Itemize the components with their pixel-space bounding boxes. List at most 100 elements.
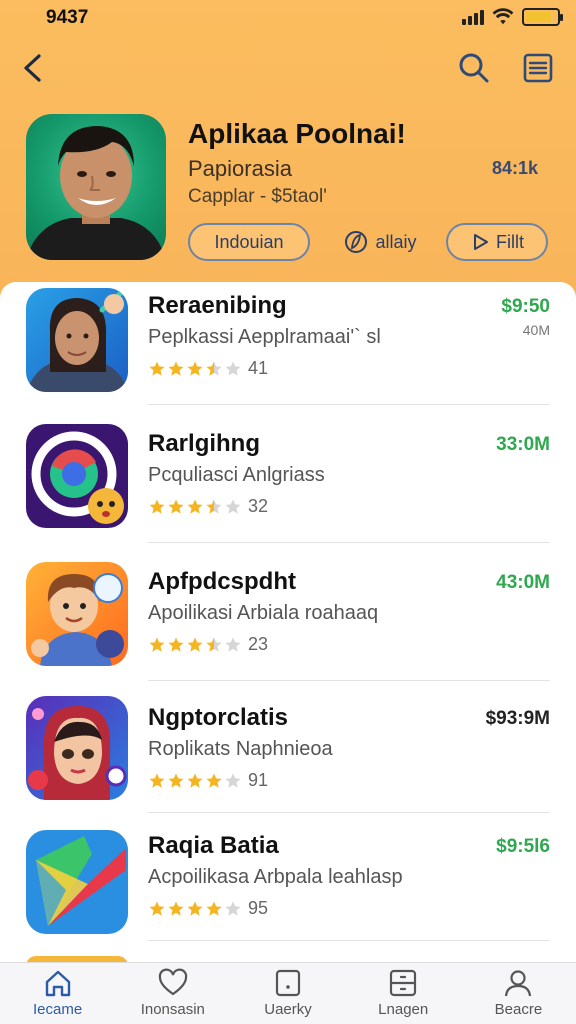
list-item[interactable]: Apfpdcspdht Apoilikasi Arbiala roahaaq 2… [0,558,576,694]
star-icon [168,901,184,916]
star-icon [206,637,222,652]
tab-library-label: Uaerky [264,1001,312,1018]
app-title: Ngptorclatis [148,704,289,731]
chip-play[interactable]: Fillt [446,223,548,261]
app-price: $9:50 [501,296,550,317]
hero-app-subtitle: Papiorasia [188,156,292,181]
star-icon [206,773,222,788]
search-button[interactable] [454,48,494,88]
wifi-icon [492,8,514,25]
list-item[interactable]: Rarlgihng Pcquliasci Anlgriass 32 33:0M [0,420,576,556]
star-icon [187,499,203,514]
home-icon [45,970,70,997]
app-icon-portrait [26,288,128,392]
person-avatar-icon [26,126,166,260]
hero-app-size: 84:1k [492,158,539,178]
chip-category-label: Indouian [214,231,284,252]
app-rating: 95 [148,898,268,919]
hero-app-title: Aplikaa Poolnai! [188,118,406,149]
tab-home[interactable]: Iecame [0,963,115,1024]
rating-count: 23 [248,634,269,654]
star-icon [168,499,184,514]
cartoon-boy-icon [31,573,124,666]
app-title: Raqia Batia [148,832,279,859]
tab-profile[interactable]: Beacre [461,963,576,1024]
app-rating: 32 [148,496,268,517]
status-icons [462,8,563,26]
star-icon [206,499,222,514]
app-description: Acpoilikasa Arbpala leahlasp [148,866,403,888]
star-rating [148,498,242,516]
divider [148,680,550,681]
app-rating: 91 [148,770,268,791]
app-price: $9:5l6 [496,836,550,857]
star-icon [168,773,184,788]
star-icon [225,499,241,514]
chip-play-label: Fillt [496,231,524,252]
chip-share-label: allaiy [375,231,417,252]
star-icon [206,901,222,916]
girl-avatar-icon [28,706,127,800]
star-rating [148,772,242,790]
app-icon-avatar [26,696,128,800]
woman-portrait-icon [26,289,128,392]
app-title: Reraenibing [148,292,287,319]
list-item[interactable]: Reraenibing Peplkassi Aepplramaai'` sl 4… [0,282,576,418]
chevron-left-icon [24,54,41,82]
star-icon [206,361,222,376]
square-icon [275,969,301,997]
star-icon [168,637,184,652]
rating-count: 32 [248,496,269,516]
app-sub-price: 40M [522,322,550,338]
back-button[interactable] [14,48,54,88]
app-list: Reraenibing Peplkassi Aepplramaai'` sl 4… [0,282,576,962]
star-icon [225,901,241,916]
star-icon [187,637,203,652]
app-description: Pcquliasci Anlgriass [148,464,325,486]
chip-category[interactable]: Indouian [188,223,310,261]
divider [148,812,550,813]
tab-updates-label: Lnagen [378,1001,429,1018]
cabinet-icon [390,969,417,997]
tab-profile-label: Beacre [494,1001,543,1018]
app-description: Apoilikasi Arbiala roahaaq [148,602,379,624]
app-price: 33:0M [496,434,550,455]
star-icon [149,901,165,916]
app-icon-cartoon [26,562,128,666]
status-time: 9437 [46,7,89,28]
menu-button[interactable] [518,48,558,88]
star-rating [148,900,242,918]
tab-favorites[interactable]: Inonsasin [115,963,230,1024]
divider [148,542,550,543]
app-rating: 41 [148,358,268,379]
star-icon [225,773,241,788]
rating-count: 95 [248,898,269,918]
star-rating [148,360,242,378]
list-item[interactable]: Ngptorclatis Roplikats Naphnieoa 91 $93:… [0,694,576,830]
star-icon [149,773,165,788]
play-triangle-icon [36,836,126,926]
search-icon [459,53,489,83]
cellular-signal-icon [462,9,484,25]
tab-bar: Iecame Inonsasin Uaerky Lnagen Beacre [0,962,576,1024]
star-icon [149,499,165,514]
play-icon [474,234,488,250]
star-icon [187,901,203,916]
rating-count: 91 [248,770,269,790]
tab-updates[interactable]: Lnagen [346,963,461,1024]
star-icon [187,361,203,376]
app-icon-camera [26,424,128,528]
app-description: Peplkassi Aepplramaai'` sl [148,326,381,348]
hero-app-icon[interactable] [26,114,166,260]
app-rating: 23 [148,634,268,655]
heart-icon [158,968,187,996]
star-icon [187,773,203,788]
battery-icon [522,8,563,26]
status-bar: 9437 [0,0,576,36]
list-item[interactable]: Raqia Batia Acpoilikasa Arbpala leahlasp… [0,826,576,962]
star-icon [149,637,165,652]
tab-library[interactable]: Uaerky [230,963,345,1024]
app-title: Rarlgihng [148,430,260,457]
star-rating [148,636,242,654]
chip-share[interactable]: allaiy [330,223,430,261]
